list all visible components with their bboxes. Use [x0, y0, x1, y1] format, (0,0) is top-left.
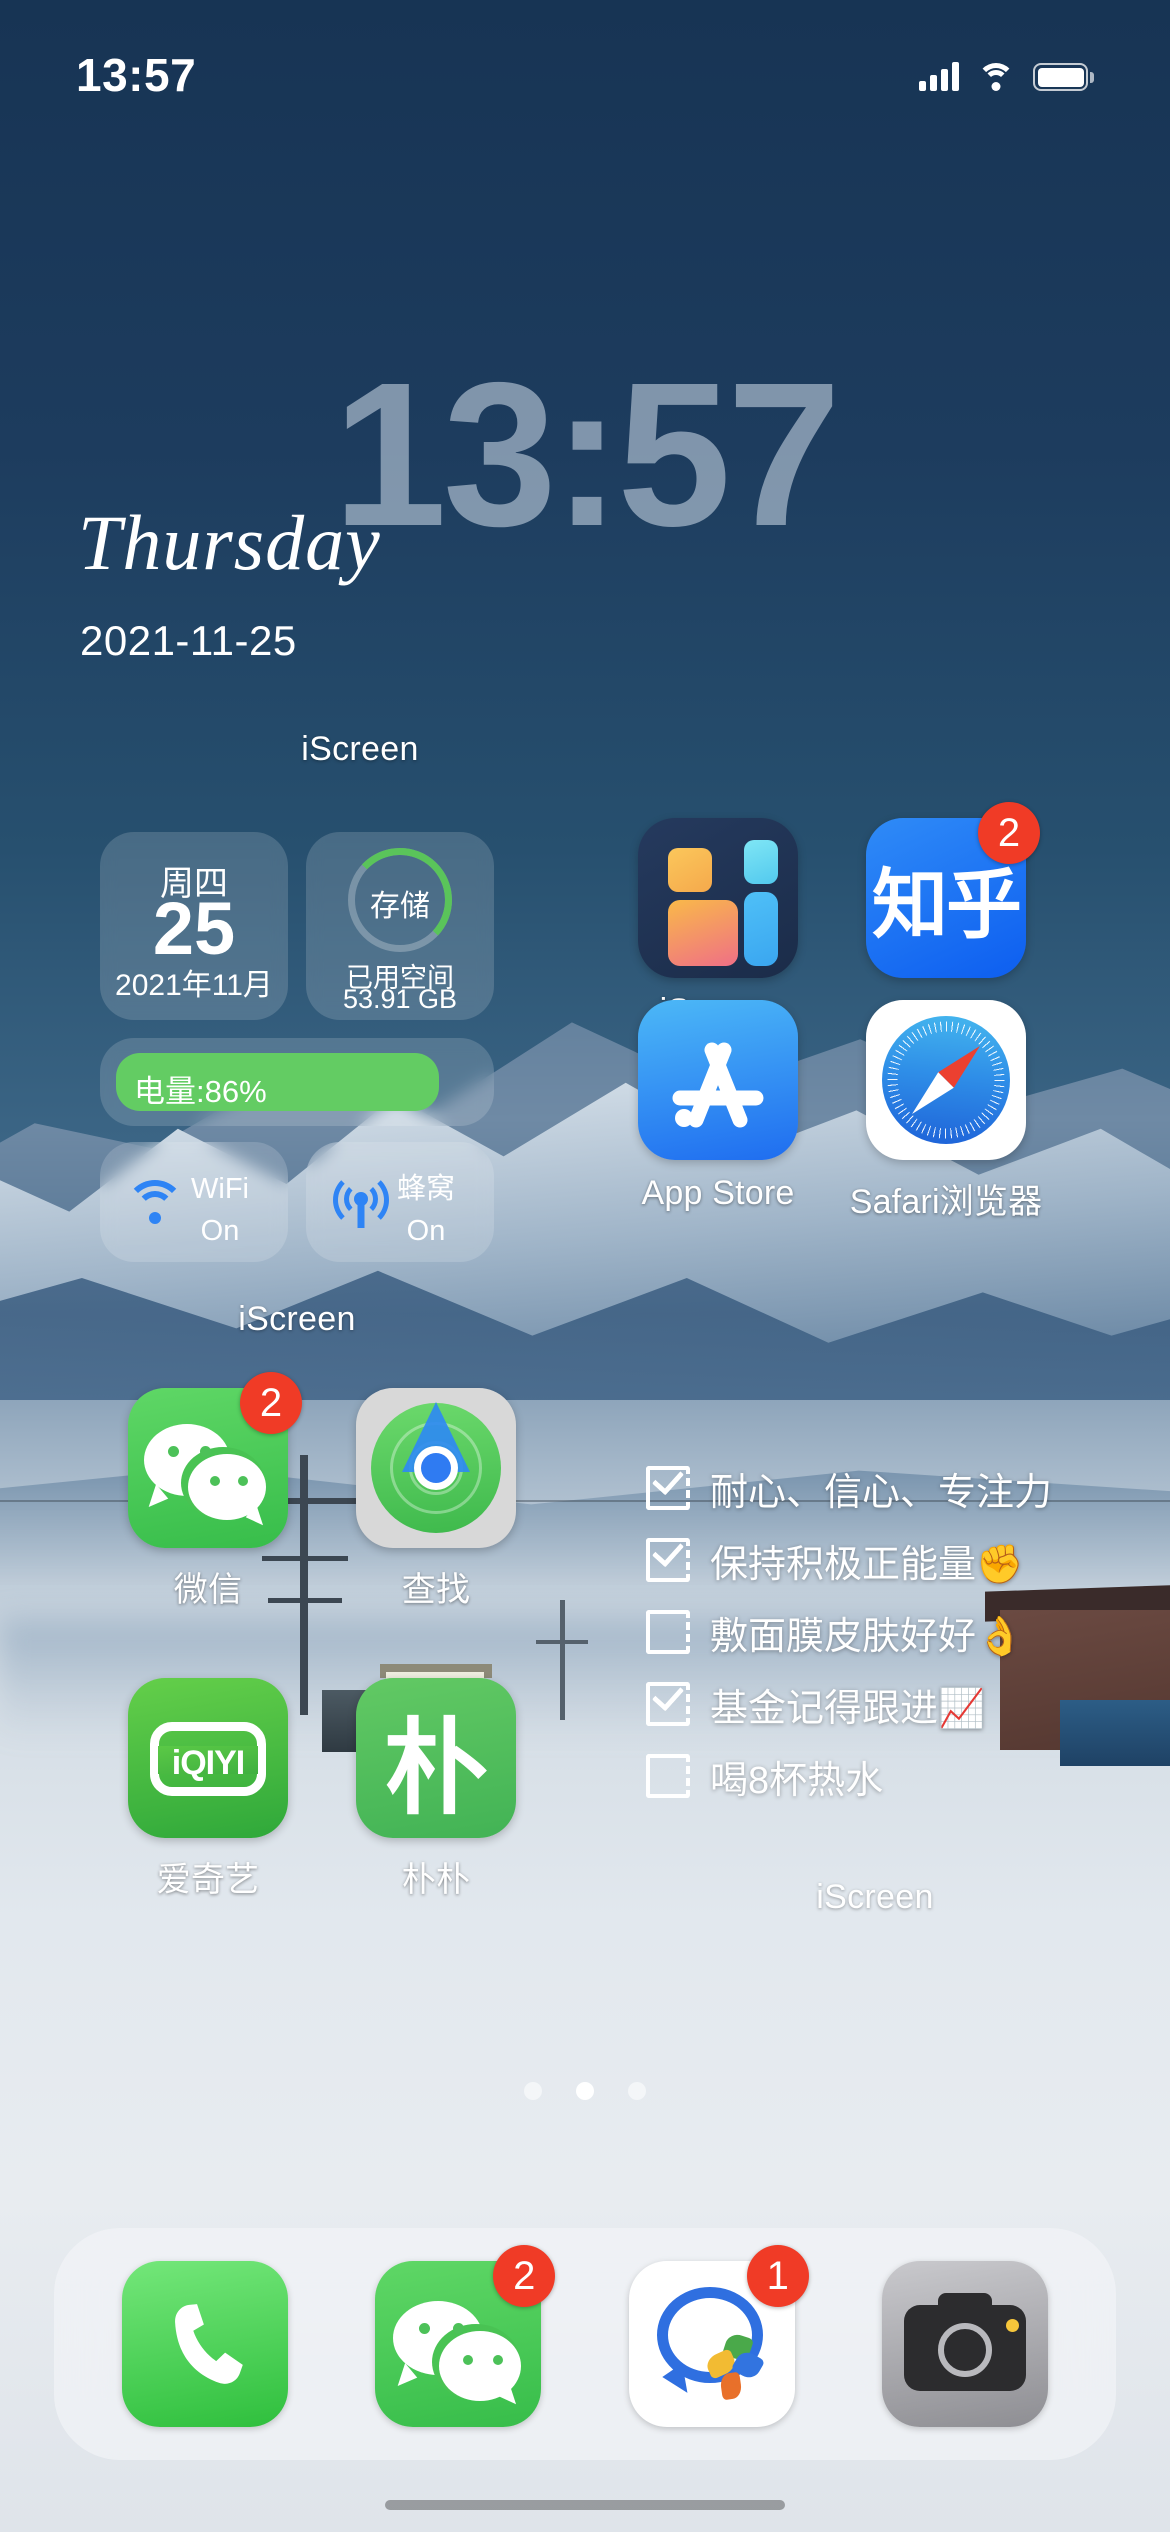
checkbox-checked-icon[interactable] [646, 1534, 690, 1582]
dock: 2 1 [54, 2228, 1116, 2460]
widget-battery-card[interactable]: 电量:86% [100, 1038, 494, 1126]
checklist-item-text: 保持积极正能量✊ [710, 1543, 1024, 1586]
checklist-item-text: 耐心、信心、专注力 [710, 1471, 1053, 1514]
cellular-card-state: On [406, 1215, 446, 1248]
checklist-item-text: 敷面膜皮肤好好👌 [710, 1615, 1024, 1658]
app-label-findmy: 查找 [401, 1571, 471, 1609]
checklist-item[interactable]: 保持积极正能量✊ [646, 1524, 1106, 1596]
status-bar: 13:57 [0, 0, 1170, 128]
dock-app-wechat[interactable]: 2 [375, 2245, 556, 2427]
widget-cellular-card[interactable]: 蜂窝 On [306, 1142, 494, 1262]
checklist-item[interactable]: 耐心、信心、专注力 [646, 1452, 1106, 1524]
checkbox-unchecked-icon[interactable] [646, 1610, 690, 1654]
badge-dock-qq: 1 [746, 2245, 809, 2307]
wifi-card-title: WiFi [191, 1173, 249, 1205]
badge-dock-wechat: 2 [493, 2245, 556, 2307]
badge-zhihu: 2 [978, 802, 1040, 864]
cellular-card-text: 蜂窝 On [376, 1168, 476, 1252]
app-label-safari: Safari浏览器 [849, 1183, 1043, 1221]
checkbox-checked-icon[interactable] [646, 1462, 690, 1510]
wifi-icon [977, 61, 1015, 91]
widget-title-checklist: iScreen [816, 1878, 934, 1916]
widget-date-year-month: 2021年11月 [115, 969, 273, 1002]
wifi-card-text: WiFi On [170, 1168, 270, 1252]
home-screen-grid: iScreen 周四 25 2021年11月 存储 已用空间 53.91 GB … [0, 0, 1170, 2532]
storage-ring-label: 存储 [370, 890, 430, 923]
iqiyi-glyph: iQIYI [171, 1744, 245, 1782]
app-icon-findmy[interactable]: 查找 [328, 1388, 544, 1611]
app-icon-safari[interactable]: Safari浏览器 [838, 1000, 1054, 1223]
dock-app-phone[interactable] [121, 2261, 288, 2427]
appstore-icon[interactable] [638, 1000, 798, 1160]
dock-app-qq[interactable]: 1 [628, 2245, 809, 2427]
widget-checklist[interactable]: 耐心、信心、专注力 保持积极正能量✊ 敷面膜皮肤好好👌 基金记得跟进📈 喝8杯热… [646, 1452, 1106, 1812]
findmy-icon[interactable] [356, 1388, 516, 1548]
pupu-icon[interactable]: 朴 [356, 1678, 516, 1838]
widget-title-left: iScreen [238, 1300, 356, 1338]
wifi-card-state: On [200, 1215, 240, 1248]
page-dot[interactable] [524, 2082, 542, 2100]
checklist-item[interactable]: 基金记得跟进📈 [646, 1668, 1106, 1740]
app-icon-pupu[interactable]: 朴 朴朴 [328, 1678, 544, 1901]
signal-bars-icon [919, 61, 959, 91]
app-label-iqiyi: 爱奇艺 [156, 1861, 260, 1899]
widget-wifi-card[interactable]: WiFi On [100, 1142, 288, 1262]
page-dot-active[interactable] [576, 2082, 594, 2100]
safari-icon[interactable] [866, 1000, 1026, 1160]
qq-icon[interactable]: 1 [628, 2245, 809, 2427]
checklist-item[interactable]: 喝8杯热水 [646, 1740, 1106, 1812]
app-label-appstore: App Store [641, 1174, 795, 1212]
wechat-icon[interactable]: 2 [375, 2245, 556, 2427]
page-indicator[interactable] [0, 2082, 1170, 2100]
checkbox-checked-icon[interactable] [646, 1678, 690, 1726]
wechat-icon[interactable]: 2 [128, 1372, 302, 1548]
storage-used-value: 53.91 GB [342, 984, 458, 1014]
checkbox-unchecked-icon[interactable] [646, 1754, 690, 1798]
app-icon-iqiyi[interactable]: iQIYI 爱奇艺 [100, 1678, 316, 1901]
app-icon-appstore[interactable]: App Store [610, 1000, 826, 1213]
page-dot[interactable] [628, 2082, 646, 2100]
pupu-glyph: 朴 [383, 1710, 488, 1827]
cellular-card-title: 蜂窝 [396, 1173, 455, 1205]
status-bar-time: 13:57 [76, 49, 197, 101]
checklist-item[interactable]: 敷面膜皮肤好好👌 [646, 1596, 1106, 1668]
checklist-item-text: 基金记得跟进📈 [710, 1687, 986, 1730]
widget-storage-card[interactable]: 存储 已用空间 53.91 GB [306, 832, 494, 1020]
widget-date-card[interactable]: 周四 25 2021年11月 [100, 832, 288, 1020]
battery-icon [1033, 63, 1094, 91]
widget-title-top: iScreen [301, 730, 419, 768]
battery-percent-label: 电量:86% [134, 1074, 267, 1109]
iqiyi-icon[interactable]: iQIYI [128, 1678, 288, 1838]
checklist-item-text: 喝8杯热水 [710, 1759, 884, 1802]
iscreen-icon[interactable] [638, 818, 798, 978]
badge-wechat: 2 [240, 1372, 302, 1434]
app-icon-wechat[interactable]: 2 微信 [100, 1372, 316, 1611]
home-indicator[interactable] [385, 2500, 785, 2510]
app-label-wechat: 微信 [173, 1571, 243, 1609]
zhihu-icon[interactable]: 知乎 2 [866, 802, 1040, 978]
app-label-pupu: 朴朴 [401, 1861, 471, 1899]
phone-icon[interactable] [121, 2261, 288, 2427]
dock-app-camera[interactable] [882, 2261, 1049, 2427]
camera-icon[interactable] [882, 2261, 1049, 2427]
widget-date-day: 25 [152, 887, 236, 970]
status-bar-indicators [919, 61, 1094, 91]
